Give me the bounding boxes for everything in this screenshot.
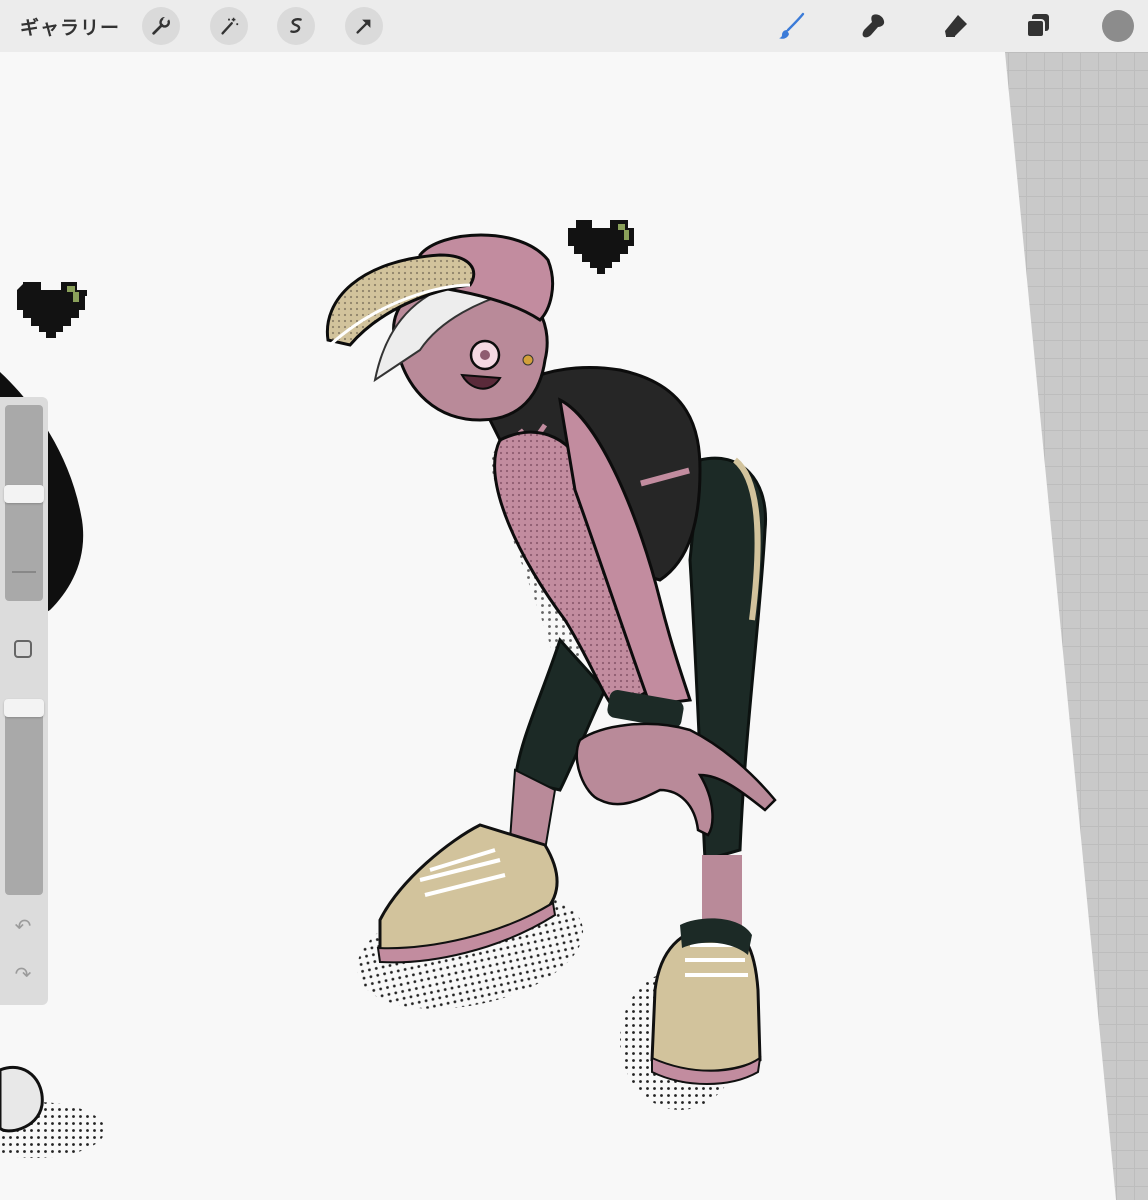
modify-square-icon[interactable] bbox=[14, 640, 32, 658]
transform-arrow-icon[interactable] bbox=[345, 7, 383, 45]
wrench-icon[interactable] bbox=[142, 7, 180, 45]
opacity-handle[interactable] bbox=[4, 699, 44, 717]
redo-icon[interactable]: ↷ bbox=[10, 961, 36, 987]
color-picker-swatch[interactable] bbox=[1102, 10, 1134, 42]
brush-size-handle[interactable] bbox=[4, 485, 44, 503]
smudge-icon[interactable] bbox=[856, 8, 892, 44]
drawing-canvas[interactable] bbox=[0, 52, 1148, 1200]
earring bbox=[522, 354, 534, 366]
layers-icon[interactable] bbox=[1020, 8, 1056, 44]
eraser-icon[interactable] bbox=[938, 8, 974, 44]
opacity-slider[interactable] bbox=[5, 699, 43, 895]
gallery-button[interactable]: ギャラリー bbox=[20, 13, 120, 40]
left-sidebar: ↶ ↷ bbox=[0, 397, 48, 1005]
top-toolbar: ギャラリー bbox=[0, 0, 1148, 52]
selection-icon[interactable] bbox=[277, 7, 315, 45]
brush-icon[interactable] bbox=[774, 8, 810, 44]
magic-wand-icon[interactable] bbox=[210, 7, 248, 45]
slider-divider bbox=[12, 571, 36, 573]
undo-icon[interactable]: ↶ bbox=[10, 913, 36, 939]
